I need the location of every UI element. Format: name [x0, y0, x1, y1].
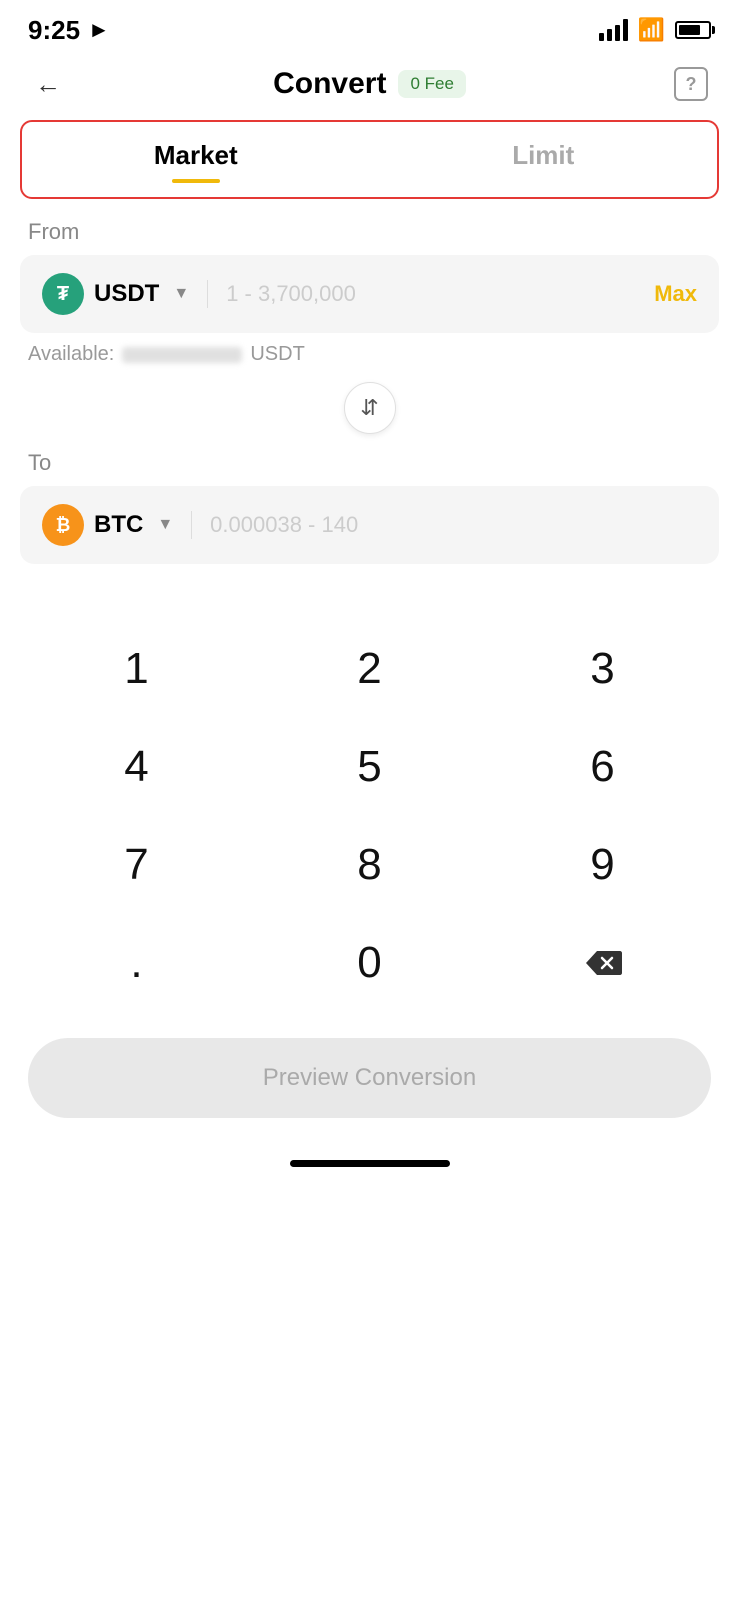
numpad: 1 2 3 4 5 6 7 8 9 . 0 — [0, 624, 739, 1008]
battery-icon — [675, 21, 711, 39]
help-button[interactable]: ? — [671, 64, 711, 104]
tab-limit-underline — [519, 179, 567, 183]
numpad-key-0[interactable]: 0 — [253, 918, 486, 1008]
to-divider — [191, 511, 192, 539]
from-currency-row: ₮ USDT ▼ 1 - 3,700,000 Max — [20, 255, 719, 333]
numpad-key-3[interactable]: 3 — [486, 624, 719, 714]
numpad-key-9[interactable]: 9 — [486, 820, 719, 910]
swap-icon: ⇵ — [360, 395, 378, 421]
from-amount-placeholder: 1 - 3,700,000 — [226, 281, 654, 307]
header: ← Convert 0 Fee ? — [0, 54, 739, 120]
numpad-key-7[interactable]: 7 — [20, 820, 253, 910]
available-unit: USDT — [250, 343, 304, 366]
from-dropdown-arrow-icon: ▼ — [173, 285, 189, 303]
to-coin-name: BTC — [94, 511, 143, 539]
home-indicator — [0, 1148, 739, 1187]
available-amount-blur — [122, 347, 242, 363]
status-bar: 9:25 ► 📶 — [0, 0, 739, 54]
wifi-icon: 📶 — [638, 17, 665, 43]
usdt-icon: ₮ — [42, 273, 84, 315]
tab-market-label: Market — [154, 140, 238, 171]
from-label: From — [0, 219, 739, 245]
status-icons: 📶 — [599, 17, 711, 43]
signal-icon — [599, 19, 628, 41]
header-center: Convert 0 Fee — [273, 67, 466, 101]
numpad-key-dot[interactable]: . — [20, 918, 253, 1008]
numpad-row-4: . 0 — [20, 918, 719, 1008]
available-label: Available: — [28, 343, 114, 366]
preview-conversion-button[interactable]: Preview Conversion — [28, 1038, 711, 1118]
page-title: Convert — [273, 67, 386, 101]
home-bar — [290, 1160, 450, 1167]
numpad-key-backspace[interactable] — [486, 918, 719, 1008]
preview-btn-container: Preview Conversion — [0, 1018, 739, 1148]
swap-btn-container: ⇵ — [0, 382, 739, 434]
numpad-key-5[interactable]: 5 — [253, 722, 486, 812]
to-currency-row: ₿ BTC ▼ 0.000038 - 140 — [20, 486, 719, 564]
to-currency-selector[interactable]: ₿ BTC ▼ — [42, 504, 173, 546]
help-icon: ? — [674, 67, 708, 101]
tab-market[interactable]: Market — [22, 122, 370, 197]
to-amount-placeholder: 0.000038 - 140 — [210, 512, 697, 538]
numpad-row-2: 4 5 6 — [20, 722, 719, 812]
numpad-row-3: 7 8 9 — [20, 820, 719, 910]
from-currency-selector[interactable]: ₮ USDT ▼ — [42, 273, 189, 315]
from-divider — [207, 280, 208, 308]
fee-badge: 0 Fee — [398, 70, 465, 98]
tab-switcher: Market Limit — [20, 120, 719, 199]
max-button[interactable]: Max — [654, 281, 697, 307]
tab-limit[interactable]: Limit — [370, 122, 718, 197]
back-button[interactable]: ← — [28, 64, 68, 104]
tab-market-underline — [172, 179, 220, 183]
available-text: Available: USDT — [0, 333, 739, 366]
numpad-key-8[interactable]: 8 — [253, 820, 486, 910]
numpad-key-2[interactable]: 2 — [253, 624, 486, 714]
to-dropdown-arrow-icon: ▼ — [157, 516, 173, 534]
numpad-key-1[interactable]: 1 — [20, 624, 253, 714]
numpad-key-6[interactable]: 6 — [486, 722, 719, 812]
tab-limit-label: Limit — [512, 140, 574, 171]
back-arrow-icon: ← — [35, 69, 61, 100]
from-coin-name: USDT — [94, 280, 159, 308]
numpad-key-4[interactable]: 4 — [20, 722, 253, 812]
numpad-row-1: 1 2 3 — [20, 624, 719, 714]
swap-button[interactable]: ⇵ — [344, 382, 396, 434]
to-label: To — [0, 450, 739, 476]
btc-icon: ₿ — [42, 504, 84, 546]
status-time: 9:25 ► — [28, 15, 110, 46]
